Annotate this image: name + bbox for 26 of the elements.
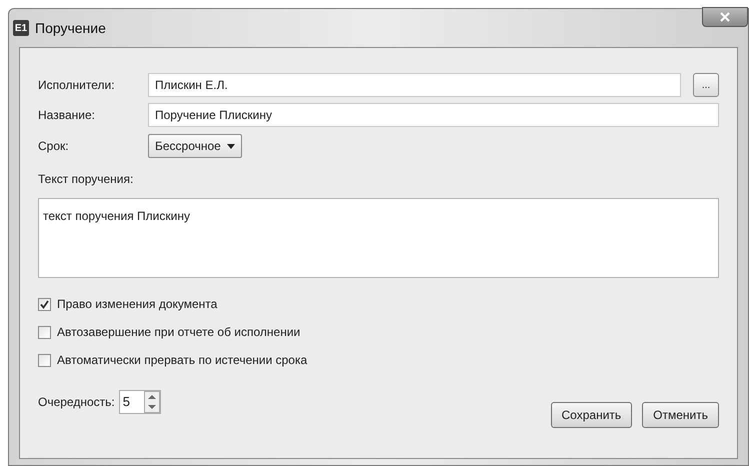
field-label: Срок:: [38, 138, 70, 155]
checkbox-label: Право изменения документа: [57, 296, 218, 313]
checkbox-label: Автоматически прервать по истечении срока: [57, 352, 308, 369]
text-label: Текст поручения:: [38, 171, 134, 188]
text-field[interactable]: Плискин Е.Л.: [148, 73, 681, 97]
app-logo: E1: [13, 20, 29, 36]
priority-spinner[interactable]: 5: [118, 390, 161, 414]
close-button[interactable]: [702, 7, 748, 27]
checkbox[interactable]: [38, 326, 51, 338]
dialog-button[interactable]: Отменить: [642, 402, 719, 428]
priority-label: Очередность:: [38, 394, 115, 411]
window-title: Поручение: [35, 18, 106, 38]
caret-icon: [226, 144, 235, 148]
field-label: Название:: [38, 107, 96, 124]
browse-button[interactable]: ...: [693, 73, 719, 97]
checkmark-icon: [40, 300, 49, 308]
term-dropdown[interactable]: Бессрочное: [148, 134, 242, 158]
checkbox-label: Автозавершение при отчете об исполнении: [57, 324, 300, 341]
dialog-button[interactable]: Сохранить: [550, 402, 632, 428]
spin-arrows-icon: [144, 391, 160, 413]
close-icon: [720, 12, 730, 22]
checkbox[interactable]: [38, 298, 51, 310]
field-label: Исполнители:: [38, 77, 116, 94]
text-field[interactable]: Поручение Плискину: [148, 103, 719, 127]
text-area[interactable]: текст поручения Плискину: [38, 198, 719, 278]
checkbox[interactable]: [38, 354, 51, 366]
